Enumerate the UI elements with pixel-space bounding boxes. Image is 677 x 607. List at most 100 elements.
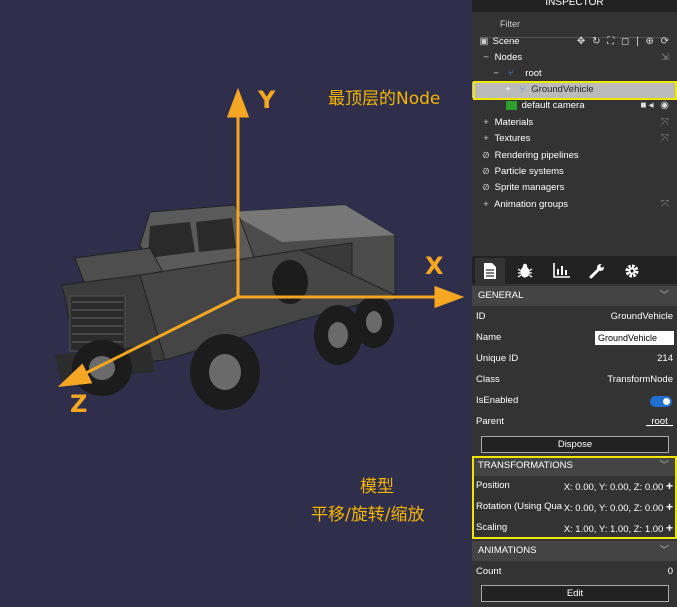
scaling-text: X: 1.00, Y: 1.00, Z: 1.00 [563,524,664,535]
expand-icon[interactable]: + [480,131,492,147]
y-axis-label: Y [258,86,276,114]
expand-all-icon[interactable]: ⤧ [661,131,671,147]
expand-all-icon[interactable]: ⇲ [661,50,671,66]
z-axis-label: Z [70,390,88,418]
expand-icon[interactable]: + [502,82,514,98]
tree-item-label: default camera [521,100,585,111]
tree-item-animation-groups[interactable]: + Animation groups ⤧ [472,197,677,213]
camera-actions-icons[interactable]: ■◂ ◉ [640,98,671,114]
inspector-tabs [472,256,677,284]
chevron-down-icon: ﹀ [659,460,669,471]
tree-item-nodes[interactable]: − Nodes ⇲ [472,50,677,66]
general-section-header[interactable]: GENERAL ﹀ [472,286,677,306]
z-axis-arrow [57,363,93,387]
tree-item-label: Animation groups [494,199,569,210]
inspector-panel: INSPECTOR Filter ▣ Scene ✥ ↻ ⛶ ◻ | ⊕ ⟳ −… [472,0,677,607]
z-axis-line [79,295,239,378]
tree-item-materials[interactable]: + Materials ⤧ [472,115,677,131]
tree-item-default-camera[interactable]: default camera ■◂ ◉ [472,98,677,114]
inspector-title: INSPECTOR [472,0,677,12]
count-label: Count [476,566,502,577]
isenabled-row: IsEnabled [472,391,677,411]
class-label: Class [476,374,500,385]
tree-item-label: root [525,68,542,79]
settings-tab-icon[interactable] [617,258,647,284]
expand-all-icon[interactable]: ⤧ [661,115,671,131]
parent-row: Parent _root_ [472,412,677,432]
id-row: ID GroundVehicle [472,307,677,327]
x-axis-label: X [425,252,444,280]
tree-item-root[interactable]: − ⑂ root [472,66,677,82]
transform-node-icon: ⑂ [519,84,526,95]
expand-plus-icon[interactable]: + [666,500,673,514]
tree-item-textures[interactable]: + Textures ⤧ [472,131,677,147]
tree-item-label: Particle systems [494,166,564,177]
expand-plus-icon[interactable]: + [666,479,673,493]
section-title: GENERAL [478,290,524,301]
tree-item-groundvehicle[interactable]: + ⑂ GroundVehicle [472,82,677,98]
rotation-label: Rotation (Using Qua [476,501,562,512]
disabled-icon: ⊘ [482,182,490,193]
tools-tab-icon[interactable] [582,258,612,284]
expand-plus-icon[interactable]: + [666,521,673,535]
isenabled-label: IsEnabled [476,395,519,406]
rotation-text: X: 0.00, Y: 0.00, Z: 0.00 [563,503,664,514]
tree-item-particle-systems[interactable]: ⊘ Particle systems [472,164,677,180]
parent-link[interactable]: _root_ [646,412,673,432]
tree-item-label: GroundVehicle [531,84,594,95]
statistics-tab-icon[interactable] [546,258,576,284]
position-label: Position [476,480,510,491]
section-title: TRANSFORMATIONS [478,460,573,471]
tree-item-sprite-managers[interactable]: ⊘ Sprite managers [472,180,677,196]
dispose-button[interactable]: Dispose [481,436,669,453]
expand-icon[interactable]: + [480,197,492,213]
tree-item-label: Rendering pipelines [494,150,579,161]
tree-item-label: Materials [494,117,534,128]
collapse-icon[interactable]: − [480,50,492,66]
unique-id-value: 214 [657,353,673,364]
tree-item-label: Scene [492,36,520,47]
unique-id-row: Unique ID 214 [472,349,677,369]
animations-section-header[interactable]: ANIMATIONS ﹀ [472,541,677,561]
properties-tab-icon[interactable] [475,258,505,284]
tree-item-label: Nodes [494,52,523,63]
scene-toolbar-icons[interactable]: ✥ ↻ ⛶ ◻ | ⊕ ⟳ [577,34,671,50]
name-input[interactable] [595,331,674,345]
transformations-section-header[interactable]: TRANSFORMATIONS ﹀ [472,456,677,476]
chevron-down-icon: ﹀ [659,545,669,556]
y-axis-arrow [226,87,250,118]
scaling-value: X: 1.00, Y: 1.00, Z: 1.00 + [564,518,673,540]
id-label: ID [476,311,486,322]
tree-item-rendering-pipelines[interactable]: ⊘ Rendering pipelines [472,148,677,164]
camera-node-icon [506,100,517,110]
top-node-annotation: 最顶层的Node [328,89,441,109]
position-value: X: 0.00, Y: 0.00, Z: 0.00 + [564,476,673,498]
unique-id-label: Unique ID [476,353,519,364]
edit-button[interactable]: Edit [481,585,669,602]
tree-item-label: Sprite managers [494,182,565,193]
model-annotation-line1: 模型 [360,477,394,497]
disabled-icon: ⊘ [482,166,490,177]
tree-item-scene[interactable]: ▣ Scene ✥ ↻ ⛶ ◻ | ⊕ ⟳ [472,34,677,50]
model-annotation-line2: 平移/旋转/缩放 [311,505,425,525]
expand-all-icon[interactable]: ⤧ [661,197,671,213]
chevron-down-icon: ﹀ [659,290,669,301]
isenabled-toggle[interactable] [650,396,672,407]
position-text: X: 0.00, Y: 0.00, Z: 0.00 [563,482,664,493]
id-value: GroundVehicle [610,311,673,322]
debug-tab-icon[interactable] [510,258,540,284]
section-title: ANIMATIONS [478,545,537,556]
disabled-icon: ⊘ [482,150,490,161]
class-value: TransformNode [607,374,673,385]
rotation-value: X: 0.00, Y: 0.00, Z: 0.00 + [564,497,673,519]
rotation-row: Rotation (Using Qua X: 0.00, Y: 0.00, Z:… [472,497,677,517]
scene-viewport[interactable]: Y X Z 最顶层的Node 模型 平移/旋转/缩放 [0,0,472,607]
name-label: Name [476,332,502,343]
collapse-icon[interactable]: − [490,66,502,82]
position-row: Position X: 0.00, Y: 0.00, Z: 0.00 + [472,476,677,496]
scene-icon: ▣ [479,36,489,47]
x-axis-arrow [434,285,465,309]
expand-icon[interactable]: + [480,115,492,131]
scaling-row: Scaling X: 1.00, Y: 1.00, Z: 1.00 + [472,518,677,538]
transform-node-icon: ⑂ [507,68,514,79]
